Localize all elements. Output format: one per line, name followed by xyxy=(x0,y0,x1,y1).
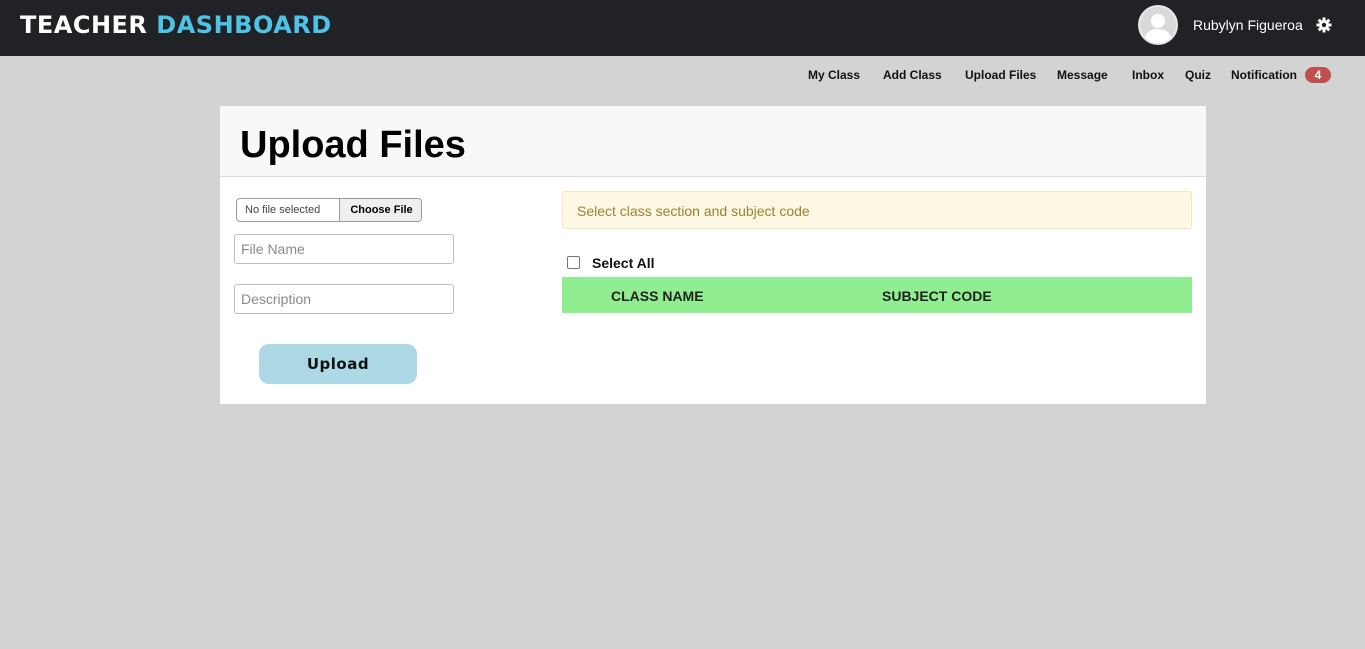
upload-button[interactable]: Upload xyxy=(259,344,417,384)
nav-my-class[interactable]: My Class xyxy=(808,68,860,82)
class-table-header: CLASS NAME SUBJECT CODE xyxy=(562,277,1192,313)
nav-upload-files[interactable]: Upload Files xyxy=(965,68,1036,82)
select-all-checkbox[interactable] xyxy=(567,256,580,269)
page-title: Upload Files xyxy=(240,124,466,166)
file-name-input[interactable] xyxy=(234,234,454,264)
alert-text: Select class section and subject code xyxy=(577,203,810,219)
choose-file-button[interactable]: Choose File xyxy=(339,199,421,221)
brand-word-dashboard: DASHBOARD xyxy=(156,11,332,39)
class-select-alert: Select class section and subject code xyxy=(562,191,1192,229)
nav-inbox[interactable]: Inbox xyxy=(1132,68,1164,82)
description-input[interactable] xyxy=(234,284,454,314)
user-avatar-icon[interactable] xyxy=(1138,5,1178,45)
gear-icon[interactable] xyxy=(1316,17,1332,33)
upload-panel: Upload Files No file selected Choose Fil… xyxy=(220,106,1206,404)
nav-message[interactable]: Message xyxy=(1057,68,1108,82)
notification-badge[interactable]: 4 xyxy=(1305,67,1331,83)
nav-add-class[interactable]: Add Class xyxy=(883,68,942,82)
file-picker[interactable]: No file selected Choose File xyxy=(236,198,422,222)
column-subject-code: SUBJECT CODE xyxy=(882,288,992,304)
column-class-name: CLASS NAME xyxy=(611,288,704,304)
top-bar: TEACHER DASHBOARD Rubylyn Figueroa xyxy=(0,0,1365,56)
nav-notification[interactable]: Notification xyxy=(1231,68,1297,82)
brand-word-teacher: TEACHER xyxy=(20,11,148,39)
nav-quiz[interactable]: Quiz xyxy=(1185,68,1211,82)
user-name[interactable]: Rubylyn Figueroa xyxy=(1193,17,1303,33)
brand-logo[interactable]: TEACHER DASHBOARD xyxy=(20,11,332,39)
select-all-label[interactable]: Select All xyxy=(592,255,655,271)
file-status: No file selected xyxy=(245,204,321,216)
panel-header: Upload Files xyxy=(220,106,1206,177)
